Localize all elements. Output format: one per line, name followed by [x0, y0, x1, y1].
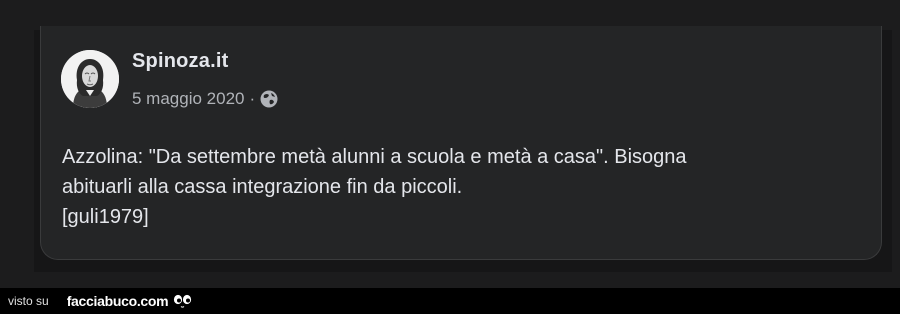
eyes-icon [172, 293, 194, 309]
post-text: Azzolina: "Da settembre metà alunni a sc… [62, 142, 862, 232]
post-meta: 5 maggio 2020 · [132, 89, 279, 109]
page-name[interactable]: Spinoza.it [132, 50, 228, 73]
meta-separator: · [249, 89, 256, 108]
page-avatar[interactable] [61, 50, 119, 108]
portrait-avatar-icon [61, 50, 119, 108]
post-text-line: [guli1979] [62, 206, 149, 228]
post-text-line: Azzolina: "Da settembre metà alunni a sc… [62, 146, 687, 168]
post-date[interactable]: 5 maggio 2020 [132, 89, 244, 109]
watermark-footer: visto su facciabuco.com [0, 288, 900, 314]
visto-su-label: visto su [8, 294, 49, 308]
globe-icon[interactable] [259, 89, 279, 109]
post-text-line: abituarli alla cassa integrazione fin da… [62, 176, 463, 198]
brand-logo-text: facciabuco.com [66, 293, 169, 309]
post-card: Spinoza.it 5 maggio 2020 · Azzolina: "Da… [40, 26, 882, 260]
